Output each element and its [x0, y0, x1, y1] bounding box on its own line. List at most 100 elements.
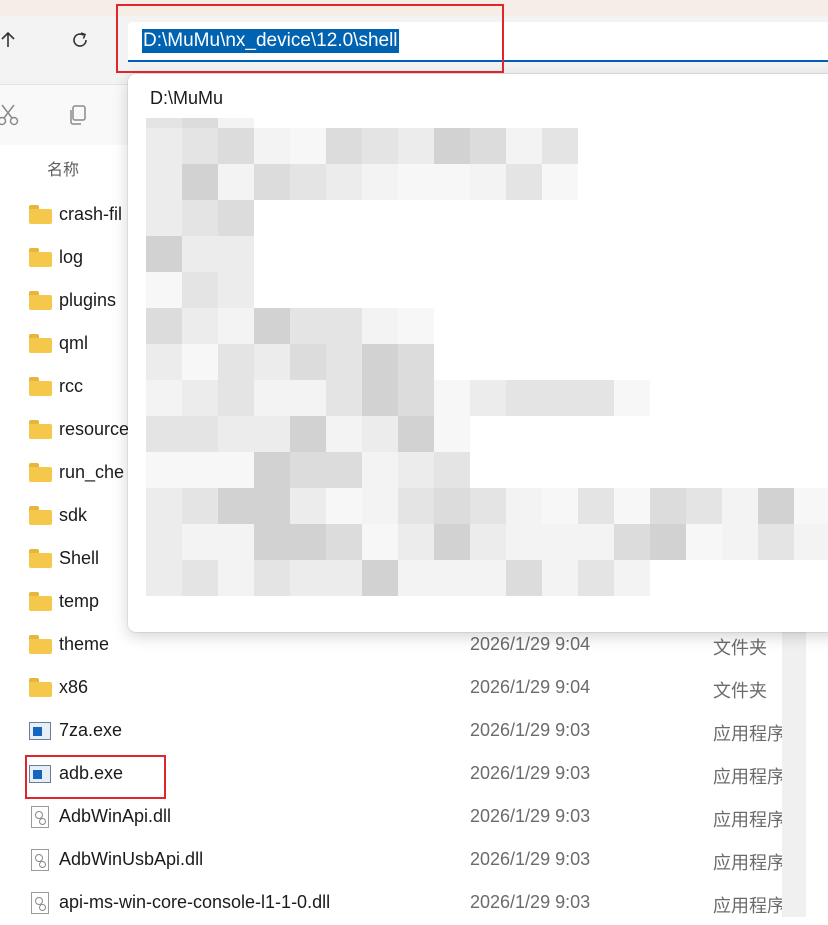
mosaic-block: [182, 128, 218, 164]
file-date: 2026/1/29 9:03: [470, 849, 591, 869]
highlight-adb-box: [25, 755, 166, 799]
dll-icon: [29, 849, 53, 871]
mosaic-block: [326, 452, 362, 488]
file-type: 文件夹: [713, 638, 767, 659]
scissors-icon: [0, 104, 19, 126]
mosaic-block: [290, 308, 326, 344]
mosaic-block: [254, 308, 290, 344]
mosaic-block: [218, 128, 254, 164]
suggestion-item[interactable]: D:\MuMu: [150, 88, 223, 109]
mosaic-block: [182, 236, 218, 272]
dll-icon: [29, 892, 53, 914]
mosaic-block: [398, 524, 434, 560]
mosaic-block: [398, 560, 434, 596]
file-name[interactable]: AdbWinUsbApi.dll: [59, 849, 203, 870]
file-name[interactable]: theme: [59, 634, 109, 655]
file-date: 2026/1/29 9:04: [470, 634, 591, 654]
scrollbar[interactable]: [782, 620, 806, 917]
file-row[interactable]: AdbWinUsbApi.dll 2026/1/29 9:03 应用程序: [0, 839, 828, 882]
mosaic-block: [254, 452, 290, 488]
mosaic-block: [218, 272, 254, 308]
mosaic-block: [398, 416, 434, 452]
file-name[interactable]: resource: [59, 419, 129, 440]
mosaic-block: [398, 128, 434, 164]
file-name[interactable]: api-ms-win-core-console-l1-1-0.dll: [59, 892, 330, 913]
mosaic-block: [254, 128, 290, 164]
file-row[interactable]: api-ms-win-core-console-l1-1-0.dll 2026/1…: [0, 882, 828, 925]
file-name[interactable]: run_che: [59, 462, 124, 483]
mosaic-block: [722, 488, 758, 524]
mosaic-block: [614, 524, 650, 560]
cut-button[interactable]: [0, 99, 24, 131]
address-suggestions-dropdown: D:\MuMu: [128, 74, 828, 632]
refresh-button[interactable]: [62, 22, 98, 58]
mosaic-block: [254, 416, 290, 452]
mosaic-block: [758, 524, 794, 560]
file-type: 应用程序: [713, 896, 785, 917]
mosaic-block: [470, 488, 506, 524]
mosaic-block: [506, 128, 542, 164]
file-row[interactable]: 7za.exe 2026/1/29 9:03 应用程序: [0, 710, 828, 753]
mosaic-block: [326, 308, 362, 344]
mosaic-block: [506, 488, 542, 524]
column-name-header[interactable]: 名称: [47, 156, 79, 180]
file-name[interactable]: AdbWinApi.dll: [59, 806, 171, 827]
mosaic-block: [218, 236, 254, 272]
mosaic-block: [326, 164, 362, 200]
mosaic-block: [542, 560, 578, 596]
file-name[interactable]: log: [59, 247, 83, 268]
file-type: 应用程序: [713, 810, 785, 831]
mosaic-block: [146, 272, 182, 308]
mosaic-block: [398, 344, 434, 380]
copy-button[interactable]: [62, 99, 94, 131]
mosaic-block: [722, 524, 758, 560]
mosaic-block: [182, 560, 218, 596]
mosaic-block: [182, 272, 218, 308]
mosaic-block: [146, 236, 182, 272]
mosaic-block: [254, 164, 290, 200]
file-name[interactable]: sdk: [59, 505, 87, 526]
mosaic-block: [614, 560, 650, 596]
file-name[interactable]: plugins: [59, 290, 116, 311]
refresh-icon: [73, 32, 87, 47]
mosaic-block: [218, 308, 254, 344]
up-button[interactable]: [0, 22, 26, 58]
mosaic-block: [470, 128, 506, 164]
mosaic-block: [146, 200, 182, 236]
mosaic-block: [362, 128, 398, 164]
mosaic-block: [758, 488, 794, 524]
file-name[interactable]: x86: [59, 677, 88, 698]
file-name[interactable]: 7za.exe: [59, 720, 122, 741]
file-name[interactable]: temp: [59, 591, 99, 612]
mosaic-block: [542, 164, 578, 200]
mosaic-block: [326, 560, 362, 596]
folder-icon: [29, 248, 53, 268]
mosaic-block: [290, 488, 326, 524]
file-name[interactable]: crash-fil: [59, 204, 122, 225]
mosaic-block: [470, 560, 506, 596]
file-name[interactable]: qml: [59, 333, 88, 354]
mosaic-block: [290, 380, 326, 416]
file-name[interactable]: Shell: [59, 548, 99, 569]
file-row[interactable]: AdbWinApi.dll 2026/1/29 9:03 应用程序: [0, 796, 828, 839]
mosaic-block: [146, 164, 182, 200]
mosaic-block: [182, 452, 218, 488]
mosaic-block: [398, 164, 434, 200]
mosaic-block: [146, 560, 182, 596]
file-date: 2026/1/29 9:04: [470, 677, 591, 697]
mosaic-block: [650, 524, 686, 560]
file-name[interactable]: rcc: [59, 376, 83, 397]
mosaic-block: [182, 200, 218, 236]
folder-icon: [29, 678, 53, 698]
mosaic-block: [254, 380, 290, 416]
mosaic-block: [578, 560, 614, 596]
mosaic-block: [218, 452, 254, 488]
arrow-up-icon: [1, 31, 15, 47]
mosaic-block: [218, 200, 254, 236]
mosaic-block: [218, 380, 254, 416]
mosaic-block: [362, 416, 398, 452]
mosaic-block: [218, 416, 254, 452]
file-row[interactable]: x86 2026/1/29 9:04 文件夹: [0, 667, 828, 710]
folder-icon: [29, 592, 53, 612]
mosaic-block: [146, 344, 182, 380]
